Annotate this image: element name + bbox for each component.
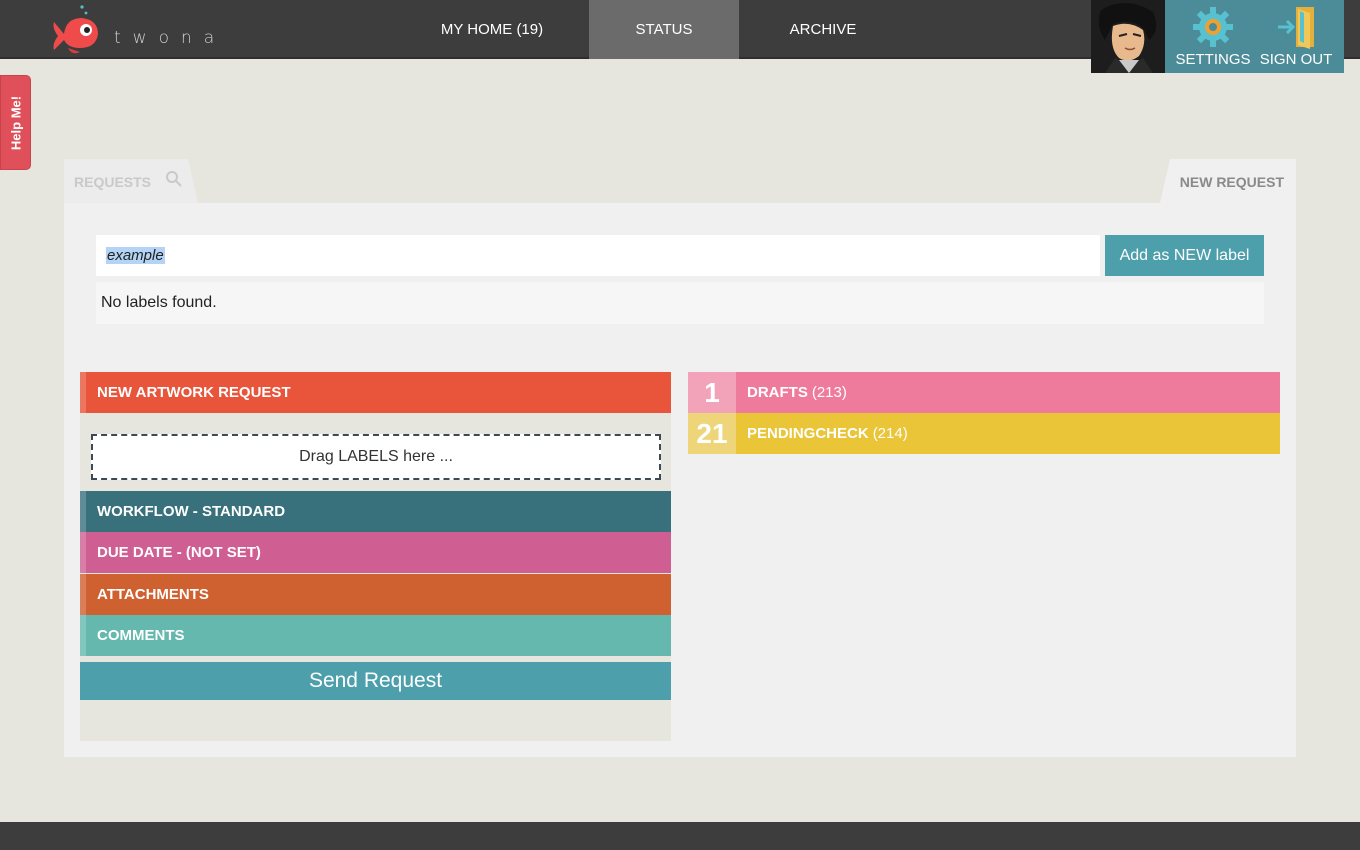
gear-icon	[1193, 7, 1233, 47]
tab-new-request[interactable]: NEW REQUEST	[1160, 159, 1296, 203]
avatar-image	[1091, 0, 1165, 73]
attachments-label: ATTACHMENTS	[97, 586, 209, 603]
workflow-row[interactable]: WORKFLOW - STANDARD	[80, 491, 671, 532]
drafts-total: (213)	[811, 384, 847, 401]
attachments-row[interactable]: ATTACHMENTS	[80, 574, 671, 615]
request-card: REQUESTS NEW REQUEST example Add as NEW …	[64, 159, 1296, 757]
tab-new-request-label: NEW REQUEST	[1179, 174, 1284, 190]
send-request-button[interactable]: Send Request	[80, 662, 671, 700]
nav-status[interactable]: STATUS	[589, 0, 739, 59]
status-list: 1 DRAFTS (213) 21 PENDINGCHECK (214)	[688, 372, 1280, 456]
tab-strip: REQUESTS NEW REQUEST	[64, 159, 1296, 203]
nav-archive[interactable]: ARCHIVE	[748, 0, 898, 59]
new-artwork-request-title: NEW ARTWORK REQUEST	[97, 384, 291, 401]
drop-zone-text: Drag LABELS here ...	[299, 448, 453, 465]
door-exit-icon	[1278, 7, 1314, 49]
twona-logo[interactable]: twona	[50, 4, 220, 58]
labels-drop-zone[interactable]: Drag LABELS here ...	[91, 434, 661, 480]
status-row-drafts[interactable]: 1 DRAFTS (213)	[688, 372, 1280, 413]
sign-out-button[interactable]: SIGN OUT	[1254, 0, 1338, 73]
pendingcheck-name: PENDINGCHECK	[747, 425, 869, 442]
search-icon[interactable]	[165, 170, 183, 188]
due-date-row[interactable]: DUE DATE - (NOT SET)	[80, 532, 671, 573]
top-bar: twona MY HOME (19) STATUS ARCHIVE SETTIN…	[0, 0, 1360, 73]
logo-wordmark: twona	[114, 28, 227, 48]
help-me-label: Help Me!	[8, 95, 23, 150]
settings-button[interactable]: SETTINGS	[1171, 0, 1255, 73]
nav-my-home[interactable]: MY HOME (19)	[417, 0, 567, 59]
add-new-label-button[interactable]: Add as NEW label	[1105, 235, 1264, 276]
new-request-form: NEW ARTWORK REQUEST Drag LABELS here ...…	[80, 372, 671, 741]
settings-label: SETTINGS	[1175, 51, 1251, 68]
comments-row[interactable]: COMMENTS	[80, 615, 671, 656]
fish-logo-icon	[53, 5, 98, 54]
drafts-count: 1	[688, 372, 736, 413]
new-artwork-request-header: NEW ARTWORK REQUEST	[80, 372, 671, 413]
no-labels-message: No labels found.	[96, 282, 1264, 324]
pendingcheck-total: (214)	[872, 425, 908, 442]
help-me-tab[interactable]: Help Me!	[0, 75, 31, 170]
drafts-name: DRAFTS	[747, 384, 808, 401]
workflow-label: WORKFLOW - STANDARD	[97, 503, 286, 520]
sign-out-label: SIGN OUT	[1259, 51, 1333, 68]
tab-requests[interactable]: REQUESTS	[64, 159, 198, 203]
card-body: example Add as NEW label No labels found…	[64, 203, 1296, 757]
label-search-value: example	[106, 247, 165, 264]
pendingcheck-count: 21	[688, 413, 736, 454]
comments-label: COMMENTS	[97, 627, 185, 644]
footer-bar	[0, 822, 1360, 850]
tab-requests-label: REQUESTS	[74, 174, 152, 190]
label-search-input[interactable]: example	[96, 235, 1100, 276]
due-date-label: DUE DATE - (NOT SET)	[97, 544, 261, 561]
avatar[interactable]	[1091, 0, 1165, 73]
status-row-pendingcheck[interactable]: 21 PENDINGCHECK (214)	[688, 413, 1280, 454]
user-panel: SETTINGS SIGN OUT	[1091, 0, 1344, 73]
